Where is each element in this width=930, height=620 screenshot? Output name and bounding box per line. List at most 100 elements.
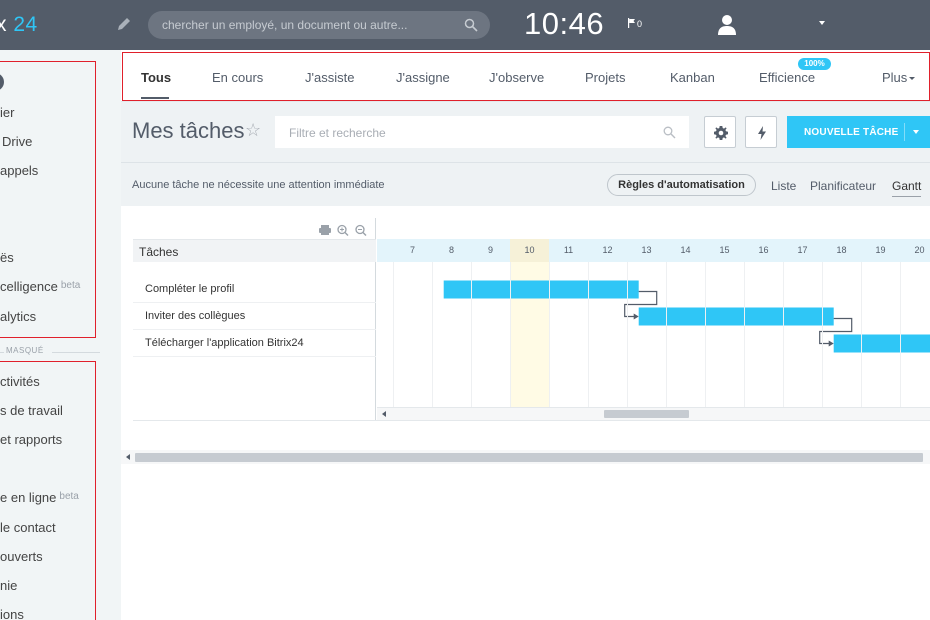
search-bar[interactable] xyxy=(148,11,490,39)
gantt-toolbar xyxy=(319,224,367,236)
sidebar-item[interactable]: et rapports xyxy=(0,432,62,447)
chevron-down-icon[interactable] xyxy=(909,77,915,80)
zoom-out-icon[interactable] xyxy=(355,224,367,236)
divider xyxy=(0,352,4,353)
sidebar-item-label: s de travail xyxy=(0,403,63,418)
task-bar[interactable] xyxy=(833,334,930,353)
arrow-icon xyxy=(633,313,639,320)
view-gantt[interactable]: Gantt xyxy=(892,179,921,193)
sidebar-item[interactable]: s de travail xyxy=(0,403,63,418)
tab-jobserve[interactable]: J'observe xyxy=(489,70,544,85)
title-row: Mes tâches ☆ NOUVELLE TÂCHE xyxy=(121,102,930,162)
sidebar-item[interactable]: ctivités xyxy=(0,374,40,389)
sidebar-item-label: ier xyxy=(0,105,15,120)
tab-projets[interactable]: Projets xyxy=(585,70,625,85)
sidebar-item-label: ës xyxy=(0,250,14,265)
task-bar[interactable] xyxy=(443,280,639,299)
page-scrollbar[interactable] xyxy=(121,450,930,464)
sidebar-item[interactable]: le contact xyxy=(0,520,56,535)
task-tabs: Tous En cours J'assiste J'assigne J'obse… xyxy=(121,50,930,102)
print-icon[interactable] xyxy=(319,225,331,235)
flag-icon[interactable] xyxy=(627,18,637,28)
tab-kanban[interactable]: Kanban xyxy=(670,70,715,85)
task-name[interactable]: Télécharger l'application Bitrix24 xyxy=(145,337,304,349)
scroll-thumb[interactable] xyxy=(604,410,689,418)
sidebar-item[interactable]: ier xyxy=(0,105,14,120)
sidebar-item-label: alytics xyxy=(0,309,37,324)
beta-label: beta xyxy=(60,280,81,291)
grid-line xyxy=(900,262,901,407)
new-task-button[interactable]: NOUVELLE TÂCHE xyxy=(787,116,930,148)
chevron-down-icon[interactable] xyxy=(819,21,825,25)
search-input[interactable] xyxy=(162,17,462,33)
user-avatar-icon[interactable] xyxy=(716,13,738,35)
gantt-bars xyxy=(443,280,930,353)
grid-line xyxy=(822,262,823,407)
divider xyxy=(133,420,930,421)
grid-line xyxy=(471,262,472,407)
chevron-down-icon[interactable] xyxy=(913,130,919,134)
filter-input[interactable] xyxy=(289,125,649,141)
sidebar-item-label: ions xyxy=(0,607,24,620)
left-sidebar: ier Drive appels ës celligence beta alyti… xyxy=(0,50,121,620)
logo-text: x xyxy=(0,13,7,36)
grid-line xyxy=(861,262,862,407)
button-separator xyxy=(904,123,905,141)
beta-label: beta xyxy=(59,491,79,502)
tab-tous[interactable]: Tous xyxy=(141,70,171,85)
filter-box[interactable] xyxy=(275,116,689,148)
zoom-in-icon[interactable] xyxy=(337,224,349,236)
view-planificateur[interactable]: Planificateur xyxy=(810,179,876,193)
settings-button[interactable] xyxy=(704,116,736,148)
sidebar-item[interactable]: nie xyxy=(0,578,17,593)
search-icon[interactable] xyxy=(464,18,478,32)
tab-en-cours[interactable]: En cours xyxy=(212,70,263,85)
gantt-task-list: Tâches Compléter le profil Inviter des c… xyxy=(133,218,376,421)
sidebar-item[interactable]: ouverts xyxy=(0,549,43,564)
task-row[interactable]: Inviter des collègues xyxy=(133,303,376,330)
gantt-timeline: 7 8 9 10 11 12 13 14 15 16 17 18 19 20 xyxy=(377,218,930,421)
task-bar[interactable] xyxy=(638,307,834,326)
clock: 10:46 xyxy=(524,6,605,41)
task-name[interactable]: Compléter le profil xyxy=(145,283,234,295)
sidebar-item[interactable]: alytics xyxy=(0,309,36,324)
sidebar-item[interactable]: celligence beta xyxy=(0,279,80,294)
task-name[interactable]: Inviter des collègues xyxy=(145,310,245,322)
sidebar-item-label: ouverts xyxy=(0,549,43,564)
grid-line xyxy=(549,262,550,407)
lightning-icon xyxy=(758,126,766,140)
automation-button[interactable] xyxy=(745,116,777,148)
search-icon[interactable] xyxy=(663,126,676,139)
sidebar-item[interactable]: ions xyxy=(0,607,24,620)
star-icon[interactable]: ☆ xyxy=(245,120,261,141)
sidebar-item[interactable]: Drive xyxy=(2,134,32,149)
scroll-left-icon[interactable] xyxy=(126,454,130,460)
tab-jassigne[interactable]: J'assigne xyxy=(396,70,450,85)
gantt-scrollbar[interactable] xyxy=(377,407,930,420)
sidebar-item[interactable]: e en ligne beta xyxy=(0,490,79,505)
sidebar-item-label: ctivités xyxy=(0,374,40,389)
tab-jassiste[interactable]: J'assiste xyxy=(305,70,354,85)
logo-number: 24 xyxy=(13,13,38,36)
sidebar-item-label: appels xyxy=(0,163,39,178)
sidebar-item[interactable]: appels xyxy=(0,163,38,178)
task-row[interactable]: Compléter le profil xyxy=(133,276,376,303)
divider xyxy=(52,352,100,353)
active-tab-indicator xyxy=(141,97,169,99)
tab-efficience[interactable]: Efficience xyxy=(759,70,815,85)
scroll-thumb[interactable] xyxy=(135,453,923,462)
grid-line xyxy=(627,262,628,407)
task-row[interactable]: Télécharger l'application Bitrix24 xyxy=(133,330,376,357)
new-task-label: NOUVELLE TÂCHE xyxy=(804,127,899,138)
collapse-handle-icon[interactable] xyxy=(0,73,4,91)
grid-line xyxy=(705,262,706,407)
gear-icon xyxy=(714,126,728,140)
view-liste[interactable]: Liste xyxy=(771,179,796,193)
logo[interactable]: x 24 xyxy=(0,13,38,37)
sidebar-item-label: et rapports xyxy=(0,432,63,447)
tab-plus[interactable]: Plus xyxy=(882,70,907,85)
pencil-icon[interactable] xyxy=(116,16,132,32)
scroll-left-icon[interactable] xyxy=(382,411,386,417)
sidebar-item[interactable]: ës xyxy=(0,250,14,265)
automation-rules-button[interactable]: Règles d'automatisation xyxy=(607,174,756,196)
